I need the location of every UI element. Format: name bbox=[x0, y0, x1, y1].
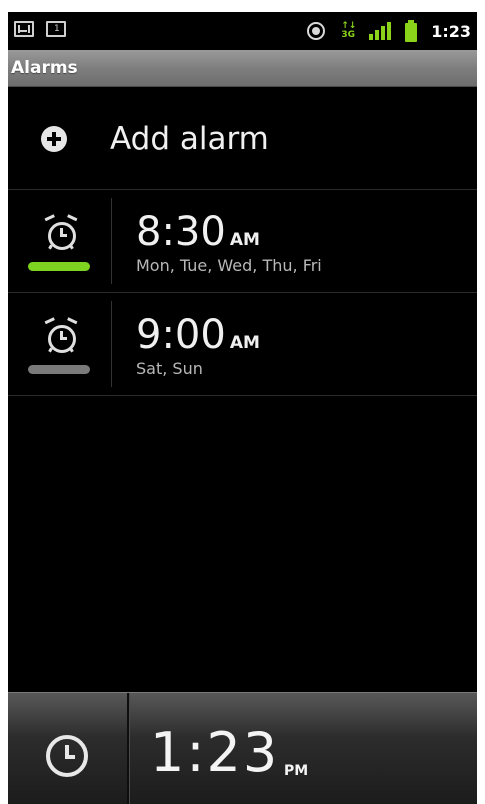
alarm-time: 9:00 AM bbox=[136, 313, 260, 365]
digital-clock-widget[interactable]: 1:23 PM bbox=[8, 692, 477, 804]
divider bbox=[111, 198, 112, 284]
title-bar: Alarms bbox=[8, 50, 477, 87]
alarm-row[interactable]: 8:30 AM Mon, Tue, Wed, Thu, Fri bbox=[8, 190, 477, 293]
alarm-clock-icon bbox=[44, 214, 78, 250]
gmail-icon bbox=[14, 21, 34, 37]
system-icons: ↑↓ 3G 1:23 bbox=[305, 16, 471, 46]
plus-circle-icon bbox=[41, 126, 67, 152]
alarm-toggle[interactable] bbox=[8, 190, 111, 292]
alarm-time-value: 9:00 bbox=[136, 312, 226, 358]
alarm-enabled-indicator bbox=[28, 262, 90, 271]
alarm-clock-icon bbox=[44, 317, 78, 353]
alarm-days: Sat, Sun bbox=[136, 359, 203, 378]
clock-button[interactable] bbox=[8, 693, 127, 804]
add-alarm-button[interactable]: Add alarm bbox=[8, 87, 477, 190]
add-alarm-label: Add alarm bbox=[110, 121, 269, 157]
current-ampm: PM bbox=[284, 763, 309, 779]
status-time: 1:23 bbox=[431, 21, 471, 41]
alarm-time-value: 8:30 bbox=[136, 209, 226, 255]
alarm-ampm: AM bbox=[229, 333, 260, 353]
data-3g-icon: ↑↓ 3G bbox=[341, 22, 356, 40]
battery-icon bbox=[405, 20, 418, 42]
alarm-ampm: AM bbox=[229, 230, 260, 250]
gps-icon bbox=[305, 20, 327, 42]
network-type: 3G bbox=[341, 30, 356, 40]
page-title: Alarms bbox=[11, 58, 78, 78]
alarm-toggle[interactable] bbox=[8, 293, 111, 395]
status-bar: 1 ↑↓ 3G 1:23 bbox=[8, 12, 477, 50]
alarm-row[interactable]: 9:00 AM Sat, Sun bbox=[8, 293, 477, 396]
calendar-day: 1 bbox=[54, 24, 60, 34]
calendar-icon: 1 bbox=[46, 21, 66, 37]
signal-icon bbox=[369, 22, 392, 40]
phone-screen: 1 ↑↓ 3G 1:23 Alarms Add alarm 8:30 AM Mo… bbox=[8, 12, 477, 804]
alarm-time: 8:30 AM bbox=[136, 210, 260, 262]
alarm-enabled-indicator bbox=[28, 365, 90, 374]
divider bbox=[127, 693, 130, 804]
notification-icons: 1 bbox=[14, 21, 66, 37]
divider bbox=[111, 301, 112, 387]
current-time: 1:23 bbox=[150, 721, 280, 784]
clock-icon bbox=[46, 735, 88, 777]
alarm-days: Mon, Tue, Wed, Thu, Fri bbox=[136, 256, 322, 275]
